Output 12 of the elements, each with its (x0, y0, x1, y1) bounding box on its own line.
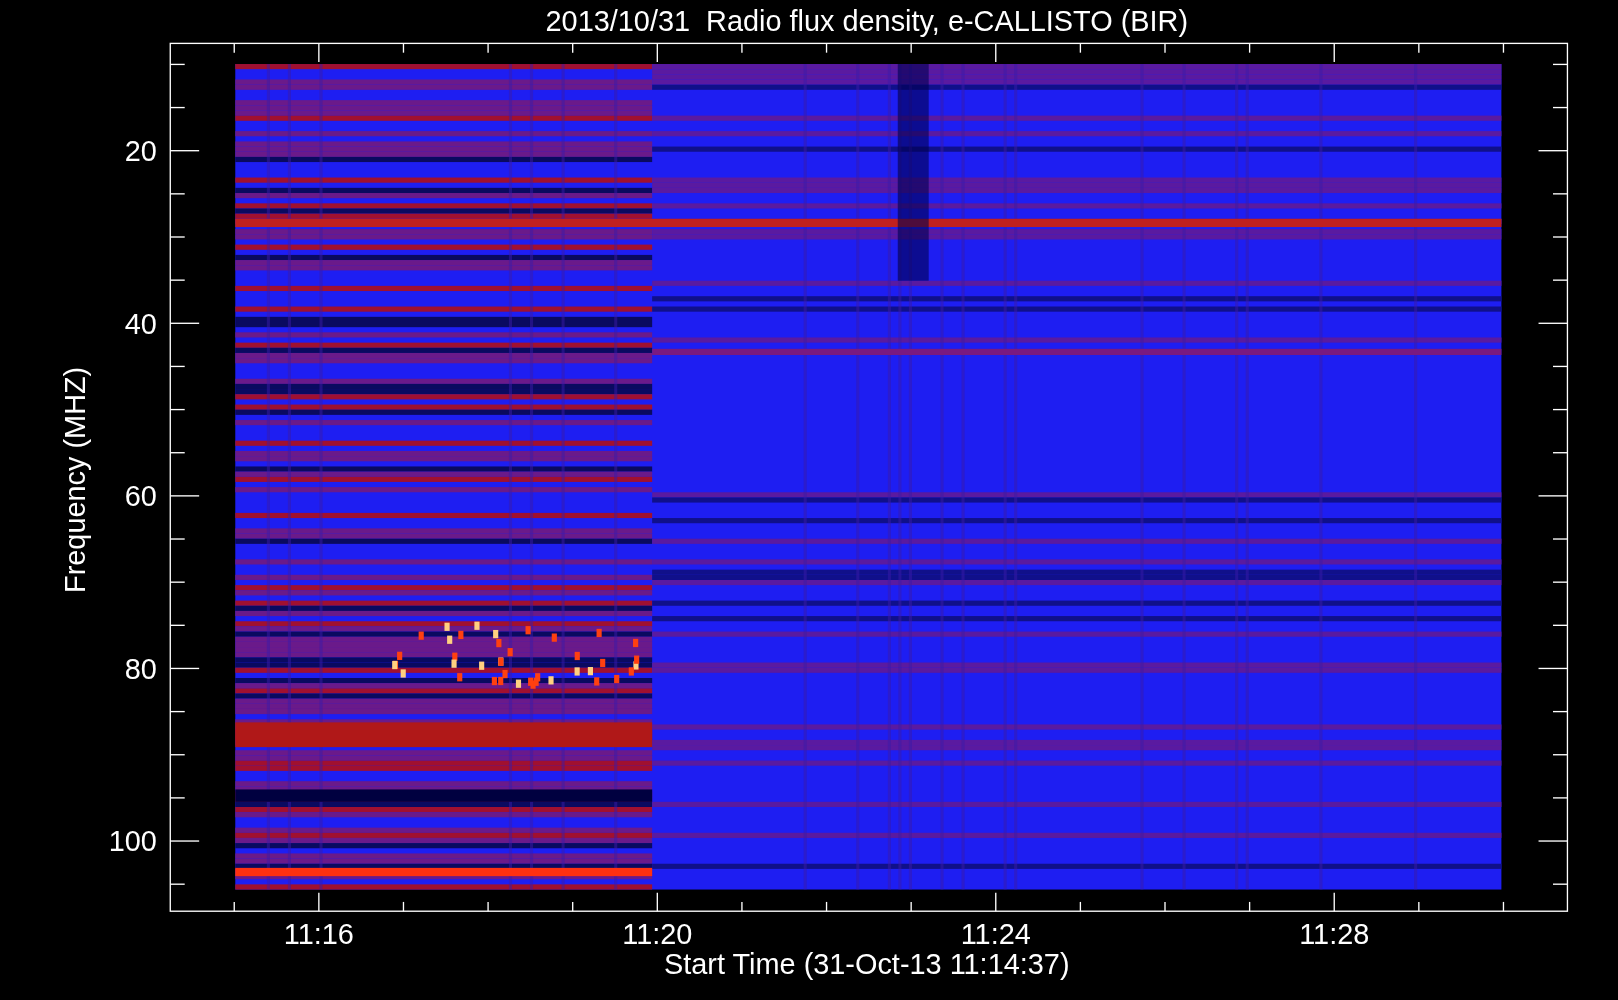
y-tick-label: 100 (108, 825, 157, 858)
x-tick-label: 11:20 (622, 918, 693, 951)
y-axis-label: Frequency (MHZ) (58, 366, 91, 593)
y-tick-label: 20 (124, 135, 157, 167)
chart-title: 2013/10/31 Radio flux density, e-CALLISTO (BIR) (545, 5, 1189, 37)
x-axis-label: Start Time (31-Oct-13 11:14:37) (664, 948, 1070, 981)
x-tick-label: 11:28 (1299, 918, 1370, 951)
x-tick-label: 11:16 (283, 918, 354, 951)
x-tick-label: 11:24 (960, 918, 1031, 951)
y-tick-label: 80 (124, 652, 157, 685)
y-tick-label: 40 (124, 307, 157, 340)
y-tick-label: 60 (124, 480, 157, 513)
